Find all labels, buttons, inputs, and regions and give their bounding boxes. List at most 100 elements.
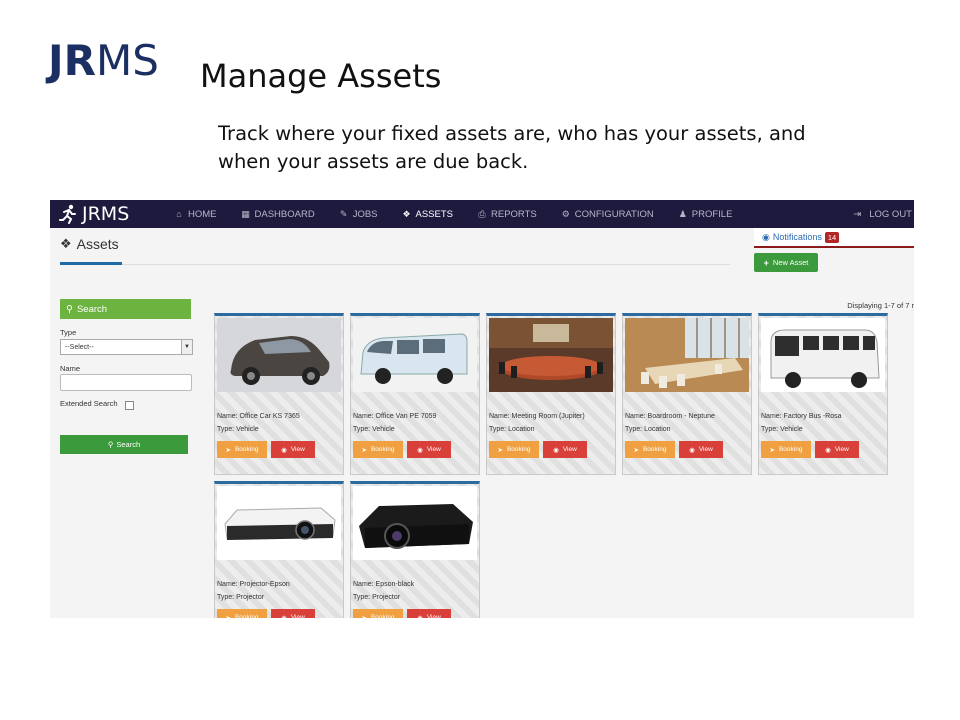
nav-reports-label: REPORTS: [491, 208, 537, 220]
nav-jobs[interactable]: ✎ JOBS: [327, 200, 390, 228]
view-button[interactable]: ◉ View: [543, 441, 587, 458]
asset-card: Name: Epson-black Type: Projector ➤ Booki…: [350, 481, 480, 618]
asset-image-meeting-room[interactable]: [489, 318, 613, 392]
eye-icon: ◉: [417, 446, 423, 454]
view-button[interactable]: ◉ View: [407, 441, 451, 458]
logo-bold: JR: [48, 36, 96, 85]
booking-button[interactable]: ➤ Booking: [217, 441, 267, 458]
booking-label: Booking: [234, 446, 259, 453]
nav-dashboard[interactable]: ▦ DASHBOARD: [229, 200, 327, 228]
nav-assets-label: ASSETS: [415, 208, 454, 220]
asset-card: Name: Office Van PE 7059 Type: Vehicle ➤…: [350, 313, 480, 475]
app-window: JRMS ⌂ HOME ▦ DASHBOARD ✎ JOBS ❖ ASSETS ⎙ REP…: [50, 200, 914, 618]
view-button[interactable]: ◉ View: [815, 441, 859, 458]
search-panel-title: Search: [76, 303, 108, 315]
booking-button[interactable]: ➤ Booking: [353, 609, 403, 618]
page-title-text: Assets: [76, 236, 119, 252]
asset-image-bus[interactable]: [761, 318, 885, 392]
nav-dashboard-label: DASHBOARD: [254, 208, 315, 220]
sign-out-icon: ⇥: [853, 208, 862, 220]
search-button[interactable]: ⚲ Search: [60, 435, 188, 454]
page-title: ❖ Assets: [60, 236, 119, 252]
view-button[interactable]: ◉ View: [407, 609, 451, 618]
view-label: View: [290, 446, 305, 453]
send-icon: ➤: [225, 446, 231, 454]
cubes-icon: ❖: [60, 236, 72, 251]
search-panel-header: ⚲ Search: [60, 299, 191, 319]
asset-name: Name: Epson-black: [353, 581, 415, 588]
asset-type: Type: Projector: [353, 594, 401, 601]
grid-icon: ▦: [241, 208, 250, 219]
notifications-label: Notifications: [772, 232, 822, 242]
asset-card: Name: Factory Bus -Rosa Type: Vehicle ➤ B…: [758, 313, 888, 475]
title-divider: [60, 264, 730, 265]
brand[interactable]: JRMS: [58, 203, 162, 225]
asset-image-boardroom[interactable]: [625, 318, 749, 392]
view-label: View: [426, 614, 441, 618]
asset-image-projector-white[interactable]: [217, 486, 341, 560]
send-icon: ➤: [225, 614, 231, 619]
top-navbar: JRMS ⌂ HOME ▦ DASHBOARD ✎ JOBS ❖ ASSETS ⎙ REP…: [50, 200, 914, 228]
chevron-down-icon: ▼: [181, 340, 192, 354]
nav-reports[interactable]: ⎙ REPORTS: [465, 200, 549, 228]
notifications-tab[interactable]: ◉ Notifications 14: [754, 228, 914, 248]
eye-icon: ◉: [281, 446, 287, 454]
nav-profile[interactable]: ♟ PROFILE: [666, 200, 745, 228]
booking-label: Booking: [506, 446, 531, 453]
cubes-icon: ❖: [402, 208, 411, 219]
booking-button[interactable]: ➤ Booking: [625, 441, 675, 458]
nav-home[interactable]: ⌂ HOME: [162, 200, 229, 228]
eye-icon: ◉: [825, 446, 831, 454]
display-count: Displaying 1-7 of 7 r: [847, 301, 914, 310]
booking-button[interactable]: ➤ Booking: [489, 441, 539, 458]
booking-button[interactable]: ➤ Booking: [217, 609, 267, 618]
booking-button[interactable]: ➤ Booking: [761, 441, 811, 458]
asset-name: Name: Office Van PE 7059: [353, 413, 437, 420]
search-icon: ⚲: [66, 303, 73, 315]
asset-image-car[interactable]: [217, 318, 341, 392]
nav-assets[interactable]: ❖ ASSETS: [390, 200, 466, 228]
type-select[interactable]: --Select-- ▼: [60, 339, 193, 355]
user-icon: ♟: [678, 208, 687, 219]
logout-link[interactable]: ⇥ LOG OUT: [853, 200, 912, 228]
booking-label: Booking: [778, 446, 803, 453]
booking-label: Booking: [370, 614, 395, 618]
nav-configuration-label: CONFIGURATION: [574, 208, 654, 220]
asset-name: Name: Factory Bus -Rosa: [761, 413, 842, 420]
slide-description: Track where your fixed assets are, who h…: [218, 122, 806, 173]
nav-configuration[interactable]: ⚙ CONFIGURATION: [549, 200, 666, 228]
name-label: Name: [60, 364, 81, 373]
booking-label: Booking: [234, 614, 259, 618]
asset-image-projector-black[interactable]: [353, 486, 477, 560]
asset-image-van[interactable]: [353, 318, 477, 392]
view-label: View: [562, 446, 577, 453]
booking-label: Booking: [642, 446, 667, 453]
wrench-icon: ✎: [339, 208, 348, 219]
booking-button[interactable]: ➤ Booking: [353, 441, 403, 458]
extended-search-label: Extended Search: [60, 399, 118, 408]
plus-icon: +: [763, 257, 769, 268]
search-button-label: Search: [116, 440, 141, 449]
asset-card: Name: Projector-Epson Type: Projector ➤ B…: [214, 481, 344, 618]
brand-text: JRMS: [82, 203, 130, 225]
asset-type: Type: Location: [625, 426, 671, 433]
eye-icon: ◉: [689, 446, 695, 454]
extended-search-checkbox[interactable]: [125, 401, 134, 410]
asset-card: Name: Meeting Room (Jupiter) Type: Locat…: [486, 313, 616, 475]
nav-profile-label: PROFILE: [691, 208, 733, 220]
view-button[interactable]: ◉ View: [271, 441, 315, 458]
asset-type: Type: Location: [489, 426, 535, 433]
globe-icon: ◉: [762, 231, 770, 242]
asset-card: Name: Office Car KS 7365 Type: Vehicle ➤…: [214, 313, 344, 475]
view-button[interactable]: ◉ View: [271, 609, 315, 618]
view-button[interactable]: ◉ View: [679, 441, 723, 458]
notifications-badge: 14: [824, 231, 840, 243]
send-icon: ➤: [633, 446, 639, 454]
asset-name: Name: Office Car KS 7365: [217, 413, 300, 420]
slide-logo: JRMS: [48, 36, 159, 86]
type-label: Type: [60, 328, 77, 337]
new-asset-button[interactable]: + New Asset: [754, 253, 818, 272]
cogs-icon: ⚙: [561, 208, 570, 219]
asset-type: Type: Projector: [217, 594, 265, 601]
name-input[interactable]: [60, 374, 192, 391]
